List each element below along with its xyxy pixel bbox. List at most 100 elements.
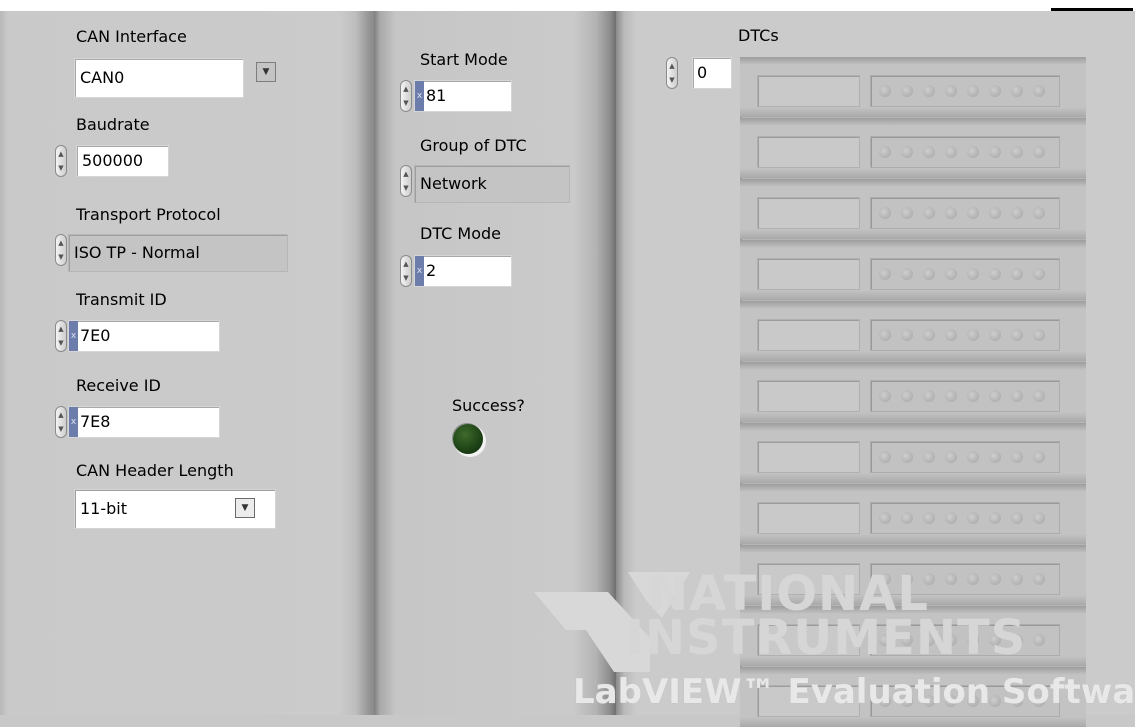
dtc-element bbox=[740, 179, 1086, 239]
dtc-status-bits bbox=[870, 441, 1060, 473]
decrement-icon[interactable]: ▼ bbox=[57, 336, 65, 350]
can-header-length-select[interactable]: 11-bit ▼ bbox=[74, 489, 276, 529]
status-led-icon bbox=[945, 268, 957, 280]
dtc-element bbox=[740, 57, 1086, 117]
status-led-icon bbox=[923, 268, 935, 280]
status-led-icon bbox=[989, 268, 1001, 280]
hex-radix-indicator[interactable]: x bbox=[69, 321, 78, 351]
status-led-icon bbox=[945, 390, 957, 402]
transport-protocol-ring[interactable]: ISO TP - Normal bbox=[68, 234, 288, 272]
group-of-dtc-ring[interactable]: Network bbox=[414, 165, 570, 203]
status-led-icon bbox=[967, 512, 979, 524]
dtc-element bbox=[740, 118, 1086, 178]
group-of-dtc-spinner[interactable]: ▲ ▼ bbox=[400, 165, 412, 197]
can-interface-label: CAN Interface bbox=[76, 27, 187, 46]
watermark: NATIONAL INSTRUMENTS ™ LabVIEW™ Evaluati… bbox=[530, 560, 1135, 715]
receive-id-spinner[interactable]: ▲ ▼ bbox=[55, 406, 67, 438]
status-led-icon bbox=[1033, 146, 1045, 158]
can-interface-field[interactable]: CAN0 bbox=[74, 58, 244, 98]
status-led-icon bbox=[1011, 146, 1023, 158]
transport-protocol-spinner[interactable]: ▲ ▼ bbox=[55, 234, 67, 266]
decrement-icon[interactable]: ▼ bbox=[668, 73, 676, 87]
dtc-element bbox=[740, 362, 1086, 422]
status-led-icon bbox=[989, 512, 1001, 524]
status-led-icon bbox=[989, 451, 1001, 463]
status-led-icon bbox=[901, 85, 913, 97]
decrement-icon[interactable]: ▼ bbox=[402, 271, 410, 285]
status-led-icon bbox=[1011, 390, 1023, 402]
can-header-length-value: 11-bit bbox=[80, 499, 128, 518]
dtc-code-field bbox=[757, 441, 860, 473]
start-mode-label: Start Mode bbox=[420, 50, 508, 69]
transmit-id-spinner[interactable]: ▲ ▼ bbox=[55, 320, 67, 352]
hex-radix-indicator[interactable]: x bbox=[415, 81, 424, 111]
increment-icon[interactable]: ▲ bbox=[402, 257, 410, 271]
increment-icon[interactable]: ▲ bbox=[57, 147, 65, 161]
success-led[interactable] bbox=[453, 424, 483, 454]
status-led-icon bbox=[923, 207, 935, 219]
increment-icon[interactable]: ▲ bbox=[402, 82, 410, 96]
decrement-icon[interactable]: ▼ bbox=[57, 161, 65, 175]
decrement-icon[interactable]: ▼ bbox=[402, 181, 410, 195]
status-led-icon bbox=[901, 146, 913, 158]
dtcs-index-input[interactable]: 0 bbox=[692, 57, 732, 89]
status-led-icon bbox=[1033, 85, 1045, 97]
window-top-strip bbox=[0, 0, 1135, 11]
status-led-icon bbox=[1011, 451, 1023, 463]
start-mode-input[interactable]: x 81 bbox=[414, 80, 512, 112]
dtc-element bbox=[740, 484, 1086, 544]
can-interface-browse-button[interactable]: ▼ bbox=[256, 62, 276, 82]
status-led-icon bbox=[923, 85, 935, 97]
dtc-mode-value: 2 bbox=[426, 261, 437, 280]
increment-icon[interactable]: ▲ bbox=[402, 167, 410, 181]
decrement-icon[interactable]: ▼ bbox=[402, 96, 410, 110]
status-led-icon bbox=[989, 329, 1001, 341]
receive-id-label: Receive ID bbox=[76, 376, 161, 395]
start-mode-spinner[interactable]: ▲ ▼ bbox=[400, 80, 412, 112]
transmit-id-label: Transmit ID bbox=[76, 290, 167, 309]
increment-icon[interactable]: ▲ bbox=[57, 236, 65, 250]
status-led-icon bbox=[1033, 512, 1045, 524]
baudrate-spinner[interactable]: ▲ ▼ bbox=[55, 145, 67, 177]
status-led-icon bbox=[945, 451, 957, 463]
dtc-mode-spinner[interactable]: ▲ ▼ bbox=[400, 255, 412, 287]
transmit-id-value: 7E0 bbox=[80, 326, 111, 345]
increment-icon[interactable]: ▲ bbox=[57, 408, 65, 422]
increment-icon[interactable]: ▲ bbox=[57, 322, 65, 336]
status-led-icon bbox=[879, 207, 891, 219]
status-led-icon bbox=[923, 451, 935, 463]
chevron-down-icon[interactable]: ▼ bbox=[235, 498, 255, 518]
status-led-icon bbox=[1033, 268, 1045, 280]
dtc-status-bits bbox=[870, 502, 1060, 534]
status-led-icon bbox=[967, 207, 979, 219]
status-led-icon bbox=[879, 329, 891, 341]
dtc-status-bits bbox=[870, 258, 1060, 290]
dtcs-label: DTCs bbox=[738, 26, 779, 45]
receive-id-value: 7E8 bbox=[80, 412, 111, 431]
status-led-icon bbox=[945, 207, 957, 219]
dtcs-index-spinner[interactable]: ▲ ▼ bbox=[666, 57, 678, 89]
increment-icon[interactable]: ▲ bbox=[668, 59, 676, 73]
status-led-icon bbox=[879, 512, 891, 524]
status-led-icon bbox=[989, 85, 1001, 97]
decrement-icon[interactable]: ▼ bbox=[57, 250, 65, 264]
status-led-icon bbox=[923, 329, 935, 341]
start-mode-value: 81 bbox=[426, 86, 447, 105]
dtc-code-field bbox=[757, 502, 860, 534]
receive-id-input[interactable]: x 7E8 bbox=[68, 406, 220, 438]
status-led-icon bbox=[945, 146, 957, 158]
dtc-status-bits bbox=[870, 75, 1060, 107]
status-led-icon bbox=[1011, 329, 1023, 341]
status-led-icon bbox=[901, 207, 913, 219]
transmit-id-input[interactable]: x 7E0 bbox=[68, 320, 220, 352]
transport-protocol-label: Transport Protocol bbox=[76, 205, 221, 224]
hex-radix-indicator[interactable]: x bbox=[415, 256, 424, 286]
status-led-icon bbox=[945, 85, 957, 97]
hex-radix-indicator[interactable]: x bbox=[69, 407, 78, 437]
dtc-mode-input[interactable]: x2 bbox=[414, 255, 512, 287]
baudrate-label: Baudrate bbox=[76, 115, 150, 134]
decrement-icon[interactable]: ▼ bbox=[57, 422, 65, 436]
baudrate-input[interactable]: 500000 bbox=[76, 145, 169, 177]
dtc-mode-label: DTC Mode bbox=[420, 224, 502, 243]
dtc-status-bits bbox=[870, 319, 1060, 351]
